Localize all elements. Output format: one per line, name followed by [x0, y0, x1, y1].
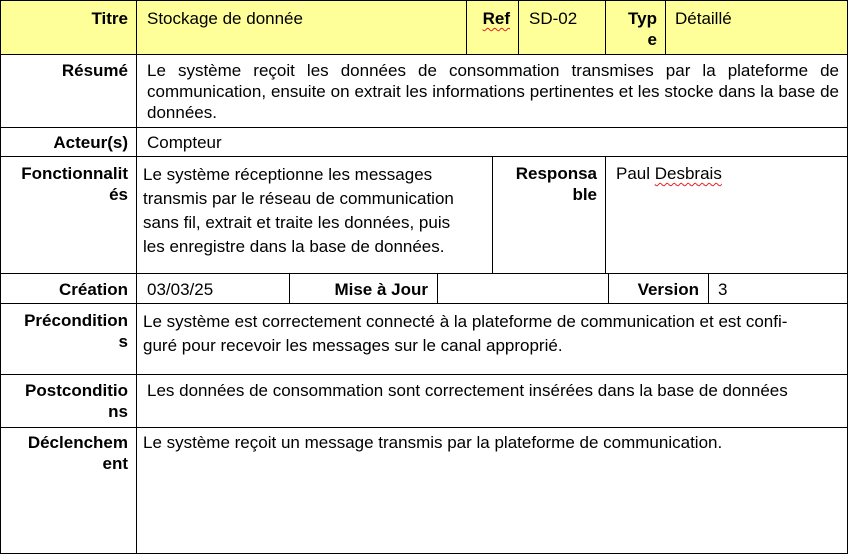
responsable-value: Paul Desbrais	[616, 163, 841, 184]
titre-label: Titre	[91, 9, 128, 28]
postconditions-label: Postconditio ns	[4, 380, 128, 422]
creation-value: 03/03/25	[147, 280, 214, 299]
preconditions-label-line2: s	[118, 332, 128, 351]
border-left	[0, 0, 1, 554]
type-label-line2: e	[647, 30, 657, 49]
fonctionnalites-line: transmis par le réseau de communication	[143, 189, 454, 208]
postconditions-label-line2: ns	[108, 402, 128, 421]
creation-label: Création	[59, 280, 128, 299]
postconditions-label-line1: Postconditio	[25, 381, 128, 400]
header-divider	[665, 0, 666, 54]
row-divider	[0, 303, 848, 304]
resume-label: Résumé	[61, 61, 128, 80]
preconditions-line: guré pour recevoir les messages sur le c…	[143, 336, 563, 355]
acteurs-value: Compteur	[147, 133, 222, 152]
fonctionnalites-line: les enregistre dans la base de données.	[143, 237, 445, 256]
fonct-divider	[605, 156, 606, 273]
resume-value: Le système reçoit les données de consomm…	[147, 61, 839, 122]
declenchement-label-line1: Déclenchem	[27, 433, 128, 452]
fonctionnalites-line: Le système réceptionne les messages	[143, 165, 433, 184]
postconditions-value: Les données de consommation sont correct…	[147, 381, 788, 400]
label-column-divider	[136, 0, 137, 554]
creation-divider	[437, 273, 438, 303]
preconditions-label: Précondition s	[4, 310, 128, 352]
version-value: 3	[718, 280, 728, 299]
declenchement-label-line2: ent	[102, 454, 129, 473]
creation-divider	[289, 273, 290, 303]
border-top	[0, 0, 848, 1]
preconditions-value: Le système est correctement connecté à l…	[143, 310, 843, 358]
preconditions-line: Le système est correctement connecté à l…	[143, 312, 788, 331]
declenchement-label: Déclenchem ent	[4, 432, 128, 474]
header-divider	[518, 0, 519, 54]
row-divider	[0, 427, 848, 428]
row-divider	[0, 54, 848, 55]
fonctionnalites-label: Fonctionnalit és	[4, 163, 128, 205]
acteurs-label: Acteur(s)	[53, 133, 128, 152]
type-value: Détaillé	[675, 9, 732, 28]
responsable-label-line1: Responsa	[515, 164, 597, 183]
responsable-label: Responsa ble	[496, 163, 597, 205]
fonctionnalites-label-line1: Fonctionnalit	[21, 164, 128, 183]
titre-value: Stockage de donnée	[147, 9, 303, 28]
row-divider	[0, 156, 848, 157]
fonctionnalites-value: Le système réceptionne les messages tran…	[143, 163, 488, 259]
type-label-line1: Typ	[628, 9, 657, 28]
version-label: Version	[637, 280, 699, 299]
responsable-first-name: Paul	[616, 164, 655, 183]
type-label: Typ e	[608, 8, 657, 50]
responsable-label-line2: ble	[572, 185, 597, 204]
declenchement-value: Le système reçoit un message transmis pa…	[143, 433, 723, 452]
mise-a-jour-label: Mise à Jour	[334, 280, 428, 299]
border-bottom	[0, 553, 848, 554]
creation-divider	[608, 273, 609, 303]
preconditions-label-line1: Précondition	[24, 311, 128, 330]
use-case-card: { "header": { "titre_label": "Titre", "t…	[0, 0, 848, 556]
header-divider	[466, 0, 467, 54]
row-divider	[0, 374, 848, 375]
fonctionnalites-line: sans fil, extrait et traite les données,…	[143, 213, 451, 232]
creation-divider	[708, 273, 709, 303]
responsable-last-name: Desbrais	[654, 164, 722, 183]
header-divider	[605, 0, 606, 54]
row-divider	[0, 273, 848, 274]
row-divider	[0, 127, 848, 128]
fonct-divider	[492, 156, 493, 273]
ref-value: SD-02	[529, 9, 578, 28]
ref-label: Ref	[482, 9, 510, 28]
fonctionnalites-label-line2: és	[109, 185, 128, 204]
